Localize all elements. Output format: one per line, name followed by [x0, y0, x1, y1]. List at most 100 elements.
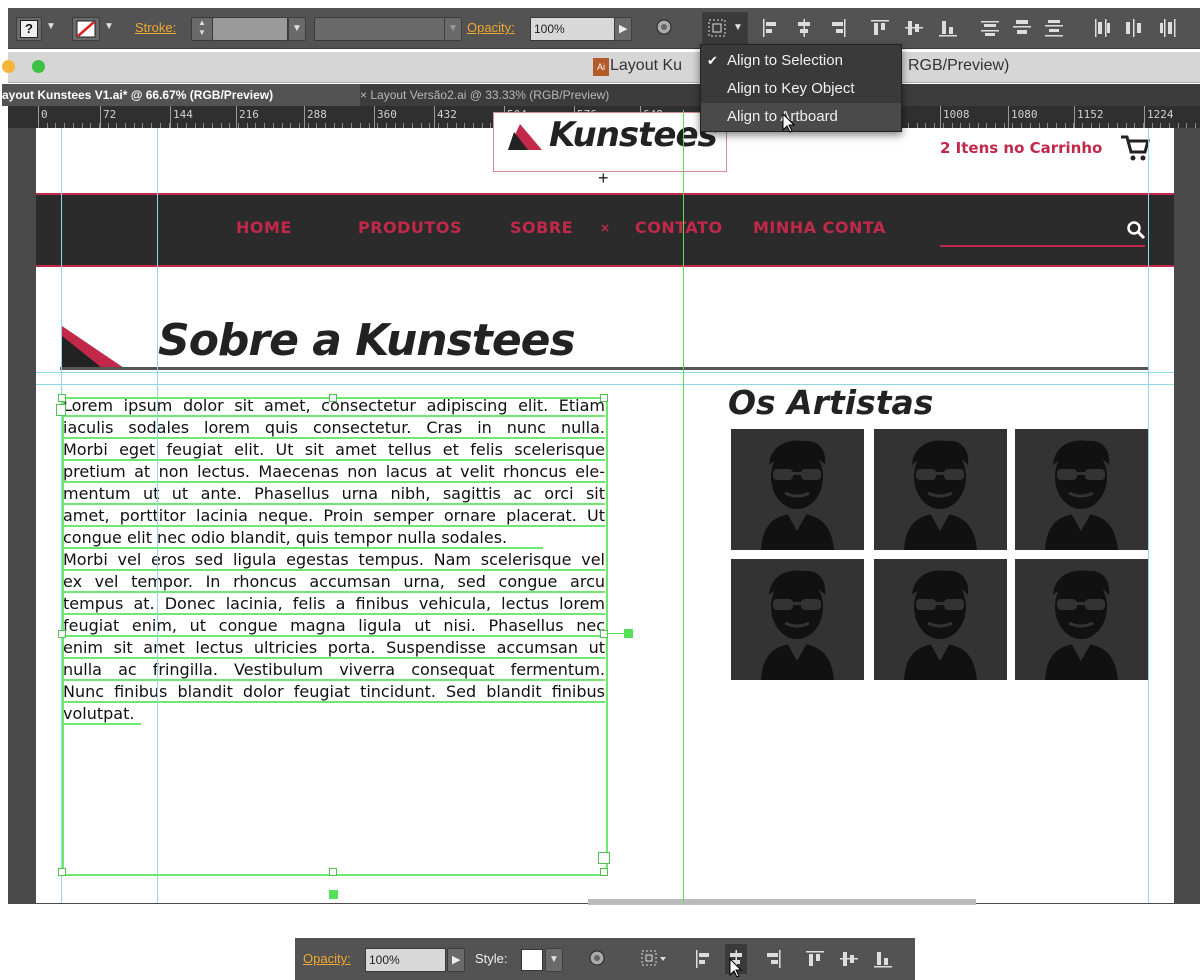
selection-handle[interactable] — [600, 394, 608, 402]
align-top-icon[interactable] — [805, 949, 825, 975]
variable-width-dropdown[interactable]: ▼ — [444, 17, 462, 41]
selection-handle[interactable] — [600, 630, 608, 638]
ruler-tick — [1074, 106, 1075, 128]
distribute-right-icon[interactable] — [1158, 18, 1178, 44]
align-top-icon[interactable] — [870, 18, 890, 44]
mouse-cursor-icon — [782, 113, 796, 133]
logo-triangle-icon — [508, 124, 542, 150]
text-frame-selection[interactable] — [62, 397, 608, 876]
selection-handle[interactable] — [58, 394, 66, 402]
selection-handle[interactable] — [58, 630, 66, 638]
stroke-weight-dropdown[interactable]: ▼ — [288, 17, 306, 41]
cart-icon — [1121, 135, 1150, 161]
ruler-tick-label: 1224 — [1147, 108, 1174, 121]
nav-sobre: SOBRE — [510, 218, 574, 237]
style-dropdown[interactable]: ▼ — [545, 948, 563, 972]
distribute-center-v-icon[interactable] — [1012, 18, 1032, 44]
window-title-suffix: RGB/Preview) — [908, 57, 1010, 74]
avatar-icon — [1045, 440, 1118, 550]
bottom-opacity-arrow[interactable]: ▶ — [447, 948, 465, 972]
stroke-stepper[interactable]: ▲ ▼ — [191, 17, 213, 41]
selection-handle[interactable] — [329, 868, 337, 876]
ruler-tick — [170, 106, 171, 128]
tab-layout-kunstees-v1[interactable]: ayout Kunstees V1.ai* @ 66.67% (RGB/Prev… — [2, 84, 360, 106]
avatar-icon — [904, 570, 977, 680]
menu-item-align-to-key-object[interactable]: Align to Key Object — [701, 75, 901, 103]
opacity-label[interactable]: Opacity: — [467, 20, 515, 35]
zoom-button[interactable] — [32, 60, 45, 73]
menu-item-align-to-selection[interactable]: ✔ Align to Selection — [701, 47, 901, 75]
about-title: Sobre a Kunstees — [158, 315, 576, 366]
nav-home: HOME — [236, 218, 292, 237]
ruler-tick-label: 72 — [103, 108, 117, 121]
align-center-h-icon[interactable] — [794, 18, 814, 44]
document-icon: Ai — [593, 58, 609, 76]
align-center-v-icon[interactable] — [904, 18, 924, 44]
align-right-icon[interactable] — [763, 949, 783, 975]
style-swatch[interactable] — [521, 949, 543, 971]
variable-width-field[interactable] — [314, 17, 446, 41]
chevron-down-icon[interactable]: ▼ — [46, 21, 56, 32]
document-tabs: ayout Kunstees V1.ai* @ 66.67% (RGB/Prev… — [2, 84, 1200, 106]
distribute-center-h-icon[interactable] — [1124, 18, 1144, 44]
out-port-handle[interactable] — [598, 852, 610, 864]
guide-horizontal — [36, 372, 1174, 373]
align-to-icon[interactable]: ▼ — [702, 12, 748, 44]
selection-handle[interactable] — [329, 394, 337, 402]
ruler-tick-label: 1080 — [1011, 108, 1038, 121]
bottom-opacity-label[interactable]: Opacity: — [303, 951, 351, 966]
stroke-weight-field[interactable] — [212, 17, 288, 41]
ruler-tick-label: 432 — [437, 108, 457, 121]
globe-icon[interactable] — [654, 18, 674, 42]
align-to-icon[interactable] — [639, 949, 669, 975]
distribute-top-icon[interactable] — [980, 18, 1000, 44]
bottom-opacity-input[interactable]: 100% — [365, 948, 446, 972]
avatar-icon — [761, 570, 834, 680]
artist-photo — [874, 429, 1007, 550]
nav-contato: CONTATO — [635, 218, 723, 237]
threaded-text-handle[interactable] — [329, 890, 338, 899]
align-left-icon[interactable] — [760, 18, 780, 44]
avatar-icon — [904, 440, 977, 550]
ruler-tick-label: 144 — [173, 108, 193, 121]
align-left-icon[interactable] — [693, 949, 713, 975]
window-title: Layout Ku — [610, 57, 683, 74]
selection-handle[interactable] — [600, 868, 608, 876]
chevron-down-icon[interactable]: ▼ — [104, 21, 114, 32]
distribute-left-icon[interactable] — [1092, 18, 1112, 44]
cart-link: 2 Itens no Carrinho — [940, 139, 1103, 157]
minimize-button[interactable] — [2, 60, 15, 73]
thread-line — [606, 633, 626, 634]
align-right-icon[interactable] — [828, 18, 848, 44]
question-icon[interactable]: ? — [16, 17, 42, 41]
bottom-control-bar: Opacity: 100% ▶ Style: ▼ — [295, 938, 915, 980]
about-divider — [60, 367, 1148, 370]
align-center-v-icon[interactable] — [839, 949, 859, 975]
plus-icon: + — [598, 168, 609, 188]
menu-item-align-to-artboard[interactable]: Align to Artboard — [701, 103, 901, 131]
window-titlebar: Ai Layout Ku RGB/Preview) — [2, 52, 1200, 83]
globe-icon[interactable] — [587, 949, 607, 973]
section-triangle-icon — [62, 326, 124, 368]
artist-photo — [874, 559, 1007, 680]
selection-handle[interactable] — [58, 868, 66, 876]
opacity-input[interactable]: 100% — [530, 17, 615, 41]
avatar-icon — [761, 440, 834, 550]
guide-horizontal — [36, 384, 1174, 385]
align-bottom-icon[interactable] — [938, 18, 958, 44]
nav-minha-conta: MINHA CONTA — [753, 218, 886, 237]
ruler-tick-label: 1008 — [943, 108, 970, 121]
artist-photo — [731, 559, 864, 680]
tab-layout-versao2[interactable]: × Layout Versão2.ai @ 33.33% (RGB/Previe… — [360, 84, 609, 106]
in-port-handle[interactable] — [56, 404, 66, 416]
align-bottom-icon[interactable] — [873, 949, 893, 975]
ruler-tick — [1008, 106, 1009, 128]
distribute-bottom-icon[interactable] — [1044, 18, 1064, 44]
ruler-tick — [1144, 106, 1145, 128]
horizontal-scrollbar[interactable] — [588, 899, 976, 905]
nav-produtos: PRODUTOS — [358, 218, 462, 237]
stroke-none-icon[interactable] — [72, 17, 100, 41]
opacity-arrow-button[interactable]: ▶ — [614, 17, 632, 41]
artists-title: Os Artistas — [728, 383, 934, 422]
ruler-tick-label: 1152 — [1077, 108, 1104, 121]
